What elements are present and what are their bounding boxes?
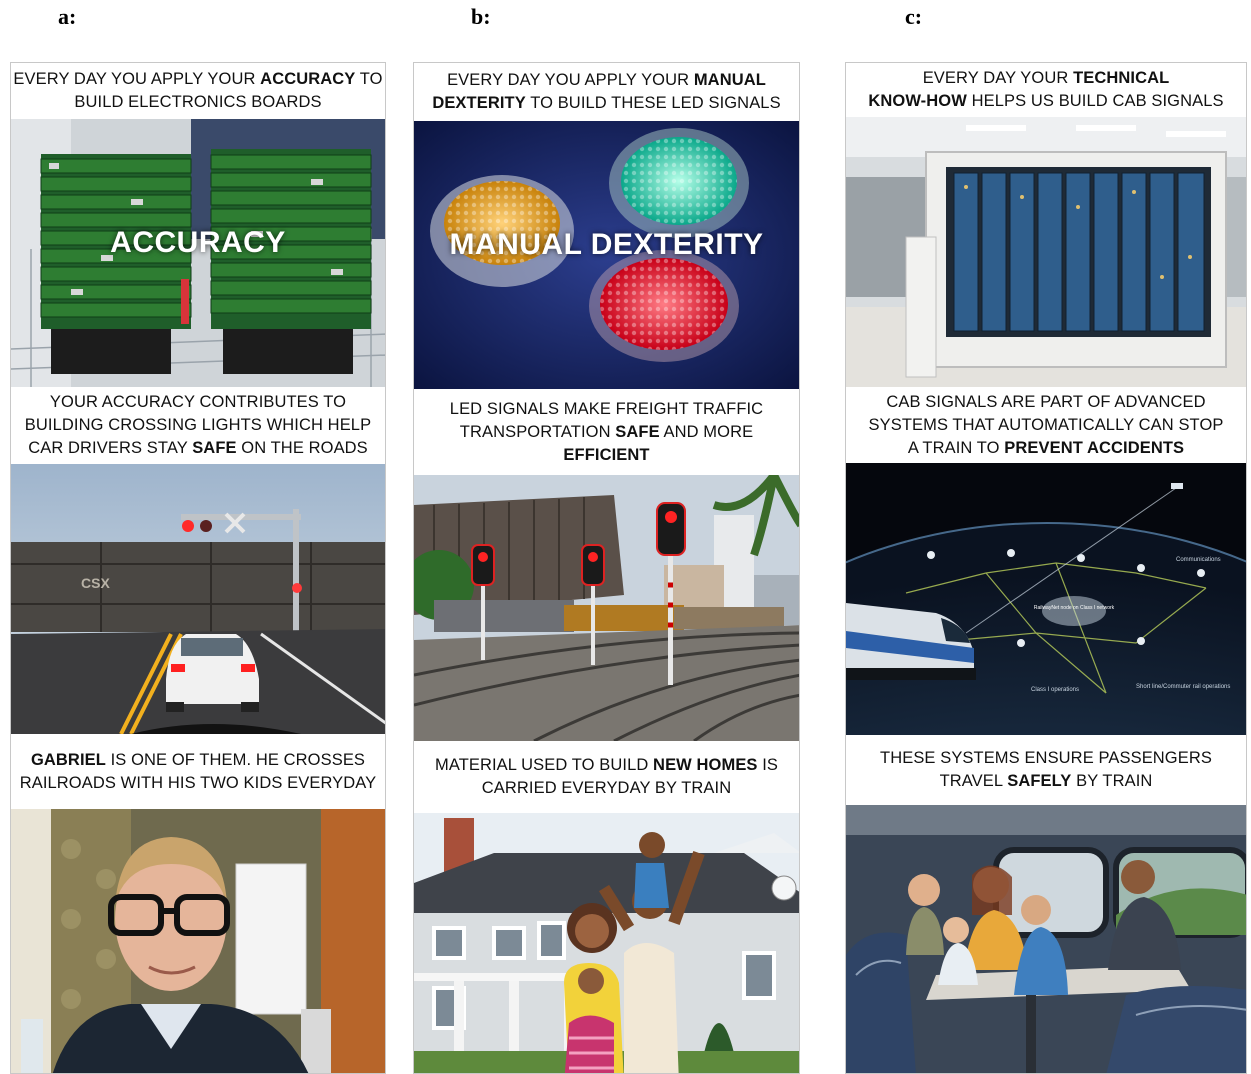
overlay-manual-dexterity: MANUAL DEXTERITY <box>449 228 764 262</box>
column-c: EVERY DAY YOUR TECHNICAL KNOW-HOW HELPS … <box>845 62 1247 1074</box>
column-a: EVERY DAY YOU APPLY YOUR ACCURACY TO BUI… <box>10 62 386 1074</box>
caption-technical: EVERY DAY YOUR TECHNICAL KNOW-HOW HELPS … <box>846 63 1246 117</box>
photo-gabriel <box>11 809 385 1073</box>
caption-accuracy: EVERY DAY YOU APPLY YOUR ACCURACY TO BUI… <box>11 63 385 119</box>
map-label-node: RailwayNet node on Class I network <box>1034 605 1115 611</box>
map-label-class1: Class I operations <box>1031 687 1079 693</box>
caption-crossing-lights: YOUR ACCURACY CONTRIBUTES TO BUILDING CR… <box>11 387 385 464</box>
photo-crossing: CSX <box>11 464 385 734</box>
map-label-communications: Communications <box>1176 557 1221 563</box>
caption-led-signals: LED SIGNALS MAKE FREIGHT TRAFFIC TRANSPO… <box>414 389 799 475</box>
photo-passengers <box>846 805 1246 1073</box>
photo-electronics-boards: ACCURACY <box>11 119 385 387</box>
caption-safely: THESE SYSTEMS ENSURE PASSENGERS TRAVEL S… <box>846 735 1246 805</box>
railcar-logo: CSX <box>81 575 110 591</box>
photo-family-home <box>414 813 799 1073</box>
caption-manual-dexterity: EVERY DAY YOU APPLY YOUR MANUAL DEXTERIT… <box>414 63 799 121</box>
photo-rail-yard <box>414 475 799 741</box>
panel-label-b: b: <box>471 4 491 29</box>
caption-prevent-accidents: CAB SIGNALS ARE PART OF ADVANCED SYSTEMS… <box>846 387 1246 463</box>
caption-gabriel: GABRIEL IS ONE OF THEM. HE CROSSES RAILR… <box>11 734 385 809</box>
column-b: EVERY DAY YOU APPLY YOUR MANUAL DEXTERIT… <box>413 62 800 1074</box>
photo-network-map: RailwayNet node on Class I network Commu… <box>846 463 1246 735</box>
caption-new-homes: MATERIAL USED TO BUILD NEW HOMES IS CARR… <box>414 741 799 813</box>
photo-cab-signal-rack <box>846 117 1246 387</box>
map-label-short-line: Short line/Commuter rail operations <box>1136 684 1230 690</box>
photo-led-signals: MANUAL DEXTERITY <box>414 121 799 389</box>
panel-label-c: c: <box>905 4 923 29</box>
panel-label-a: a: <box>58 4 77 29</box>
overlay-accuracy: ACCURACY <box>110 226 286 260</box>
